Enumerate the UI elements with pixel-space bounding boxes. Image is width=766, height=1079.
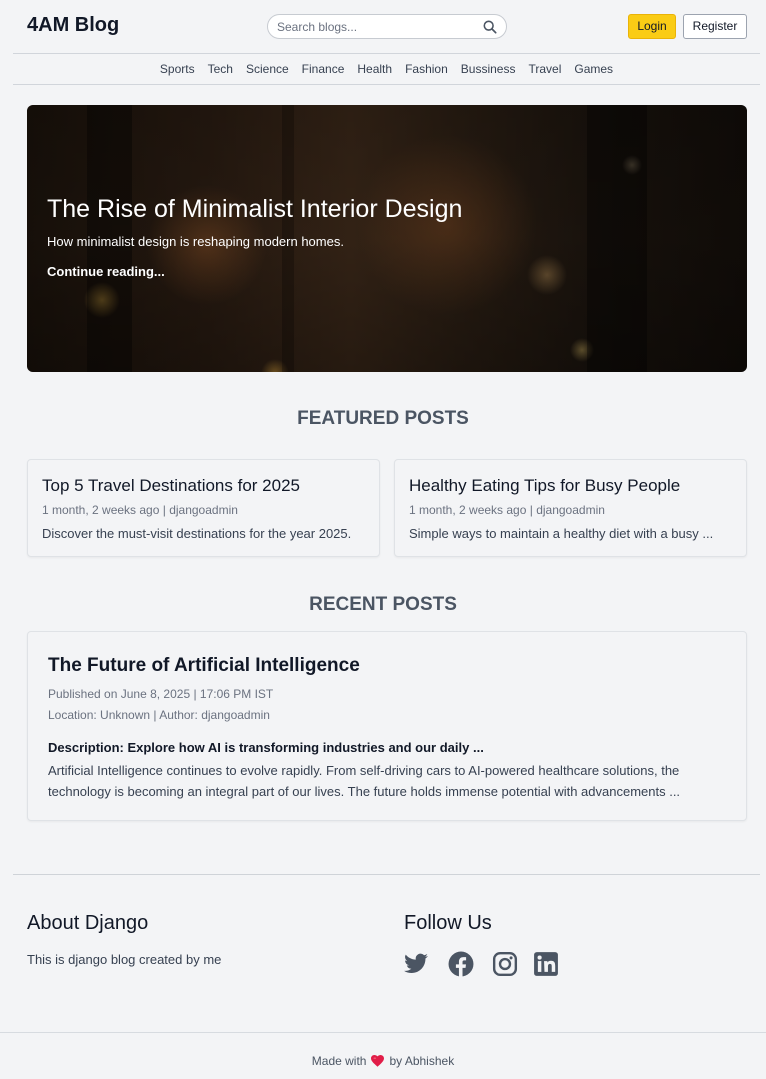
hero-title[interactable]: The Rise of Minimalist Interior Design: [47, 195, 462, 224]
featured-post-description: Simple ways to maintain a healthy diet w…: [409, 526, 714, 541]
site-logo[interactable]: 4AM Blog: [27, 14, 119, 37]
category-link-finance[interactable]: Finance: [295, 54, 351, 85]
featured-posts-heading: FEATURED POSTS: [297, 408, 469, 429]
made-with-prefix: Made with: [311, 1054, 367, 1068]
hero-banner[interactable]: The Rise of Minimalist Interior Design H…: [27, 105, 747, 372]
search-icon[interactable]: [483, 20, 497, 34]
recent-post-body: Artificial Intelligence continues to evo…: [48, 763, 681, 799]
featured-post-description: Discover the must-visit destinations for…: [42, 526, 352, 541]
footer-divider: [13, 874, 760, 875]
recent-posts-heading: RECENT POSTS: [309, 594, 457, 615]
recent-post-description: Description: Explore how AI is transform…: [48, 740, 484, 755]
featured-post-card[interactable]: Healthy Eating Tips for Busy People 1 mo…: [394, 459, 747, 557]
twitter-icon[interactable]: [403, 951, 429, 977]
recent-post-location-author: Location: Unknown | Author: djangoadmin: [48, 708, 270, 722]
made-with-credit: Made with by Abhishek: [0, 1054, 766, 1068]
featured-post-title[interactable]: Healthy Eating Tips for Busy People: [409, 476, 680, 496]
search-input[interactable]: [277, 18, 477, 36]
category-link-travel[interactable]: Travel: [522, 54, 568, 85]
category-link-fashion[interactable]: Fashion: [399, 54, 455, 85]
recent-post-card[interactable]: The Future of Artificial Intelligence Pu…: [27, 631, 747, 821]
featured-post-meta: 1 month, 2 weeks ago | djangoadmin: [42, 503, 238, 517]
category-link-tech[interactable]: Tech: [201, 54, 239, 85]
site-header: 4AM Blog Login Register: [13, 0, 760, 54]
category-link-sports[interactable]: Sports: [153, 54, 201, 85]
made-with-suffix: by Abhishek: [389, 1054, 455, 1068]
featured-post-title[interactable]: Top 5 Travel Destinations for 2025: [42, 476, 300, 496]
category-link-games[interactable]: Games: [568, 54, 620, 85]
hero-subtitle: How minimalist design is reshaping moder…: [47, 234, 344, 249]
hero-continue-link[interactable]: Continue reading...: [47, 264, 165, 279]
recent-post-title[interactable]: The Future of Artificial Intelligence: [48, 655, 360, 677]
linkedin-icon[interactable]: [533, 951, 559, 977]
category-nav: Sports Tech Science Finance Health Fashi…: [13, 54, 760, 85]
featured-post-card[interactable]: Top 5 Travel Destinations for 2025 1 mon…: [27, 459, 380, 557]
instagram-icon[interactable]: [492, 951, 518, 977]
recent-post-published: Published on June 8, 2025 | 17:06 PM IST: [48, 687, 274, 701]
about-heading: About Django: [27, 912, 149, 934]
search-box[interactable]: [267, 14, 507, 39]
category-link-science[interactable]: Science: [239, 54, 295, 85]
facebook-icon[interactable]: [448, 951, 474, 977]
register-button[interactable]: Register: [683, 14, 747, 39]
category-link-health[interactable]: Health: [351, 54, 399, 85]
login-button[interactable]: Login: [628, 14, 676, 39]
about-text: This is django blog created by me: [27, 952, 222, 967]
page: 4AM Blog Login Register Sports Tech Scie…: [0, 0, 766, 1079]
heart-icon: [371, 1055, 385, 1067]
follow-heading: Follow Us: [404, 912, 492, 934]
featured-post-meta: 1 month, 2 weeks ago | djangoadmin: [409, 503, 605, 517]
category-link-bussiness[interactable]: Bussiness: [454, 54, 522, 85]
